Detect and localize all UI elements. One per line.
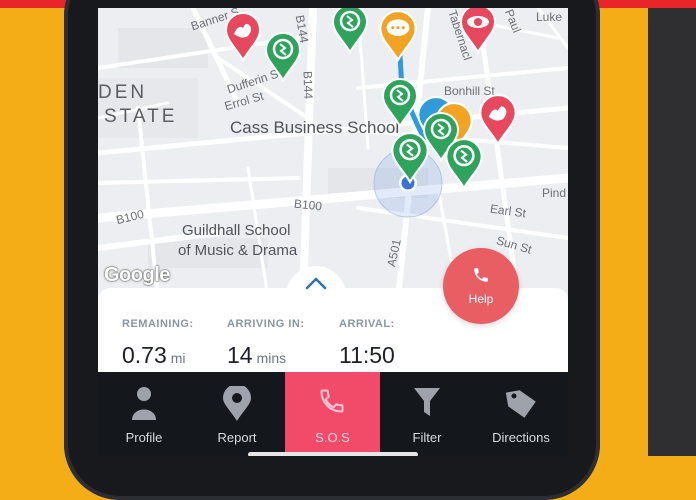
nav-label-filter: Filter xyxy=(412,430,442,445)
nav-item-profile[interactable]: Profile xyxy=(98,372,190,456)
nav-item-filter[interactable]: Filter xyxy=(380,372,474,456)
map-label-luke: Luke xyxy=(536,10,563,24)
help-label: Help xyxy=(468,292,494,306)
nav-label-directions: Directions xyxy=(492,430,550,445)
phone-icon xyxy=(474,268,488,282)
bottom-nav-bar: Profile Report S.O.S Filter Directions xyxy=(98,372,568,456)
hazard-pin-red[interactable] xyxy=(478,94,518,146)
background-dark-strip xyxy=(648,8,696,456)
map-label-cass-business-school: Cass Business School xyxy=(230,118,400,137)
streetlight-pin-green[interactable] xyxy=(331,8,369,54)
remaining-value: 0.73 xyxy=(122,342,167,368)
person-icon xyxy=(132,387,156,420)
nav-item-directions[interactable]: Directions xyxy=(474,372,568,456)
nav-item-sos[interactable]: S.O.S xyxy=(285,372,380,456)
nav-label-sos: S.O.S xyxy=(315,430,350,445)
map-label-b144-mid: B144 xyxy=(300,70,316,100)
hazard-pin-red[interactable] xyxy=(224,12,262,62)
help-call-button[interactable]: Help xyxy=(443,248,519,324)
map-label-guildhall-line2: of Music & Drama xyxy=(178,242,298,259)
chevron-up-icon xyxy=(305,277,327,290)
phone-icon xyxy=(320,389,344,413)
arriving-label: ARRIVING IN: xyxy=(227,318,305,330)
remaining-unit: mi xyxy=(170,350,186,366)
map-label-pindar: Pind xyxy=(542,186,567,200)
nav-label-report: Report xyxy=(217,430,257,445)
remaining-stat: REMAINING: 0.73 mi xyxy=(122,318,194,369)
remaining-label: REMAINING: xyxy=(122,318,194,330)
home-indicator[interactable] xyxy=(248,452,418,456)
arrival-stat: ARRIVAL: 11:50 xyxy=(339,318,395,369)
arrival-value: 11:50 xyxy=(339,342,395,368)
chat-pin-orange[interactable] xyxy=(378,10,418,62)
streetlight-pin-green[interactable] xyxy=(390,132,430,184)
nav-item-report[interactable]: Report xyxy=(190,372,284,456)
google-attribution: Google xyxy=(104,264,170,286)
streetlight-pin-green[interactable] xyxy=(264,32,302,82)
map-label-district-den: DEN xyxy=(98,82,148,103)
map-label-district-state: STATE xyxy=(104,106,178,127)
nav-label-profile: Profile xyxy=(125,430,163,445)
arrival-label: ARRIVAL: xyxy=(339,318,395,330)
arriving-value: 14 xyxy=(227,342,253,368)
watch-pin-red[interactable] xyxy=(458,8,498,54)
filter-icon xyxy=(414,388,440,416)
signpost-icon xyxy=(505,390,536,418)
map-marker-icon xyxy=(223,386,251,421)
streetlight-pin-green[interactable] xyxy=(381,78,419,128)
streetlight-pin-green[interactable] xyxy=(444,138,484,190)
arriving-stat: ARRIVING IN: 14 mins xyxy=(227,318,305,369)
arriving-unit: mins xyxy=(256,350,287,366)
app-screen: Banner S B144 B144 Dufferin St Errol St … xyxy=(98,8,568,456)
map-label-b100-mid: B100 xyxy=(293,196,323,214)
map-label-guildhall-line1: Guildhall School xyxy=(182,222,291,239)
